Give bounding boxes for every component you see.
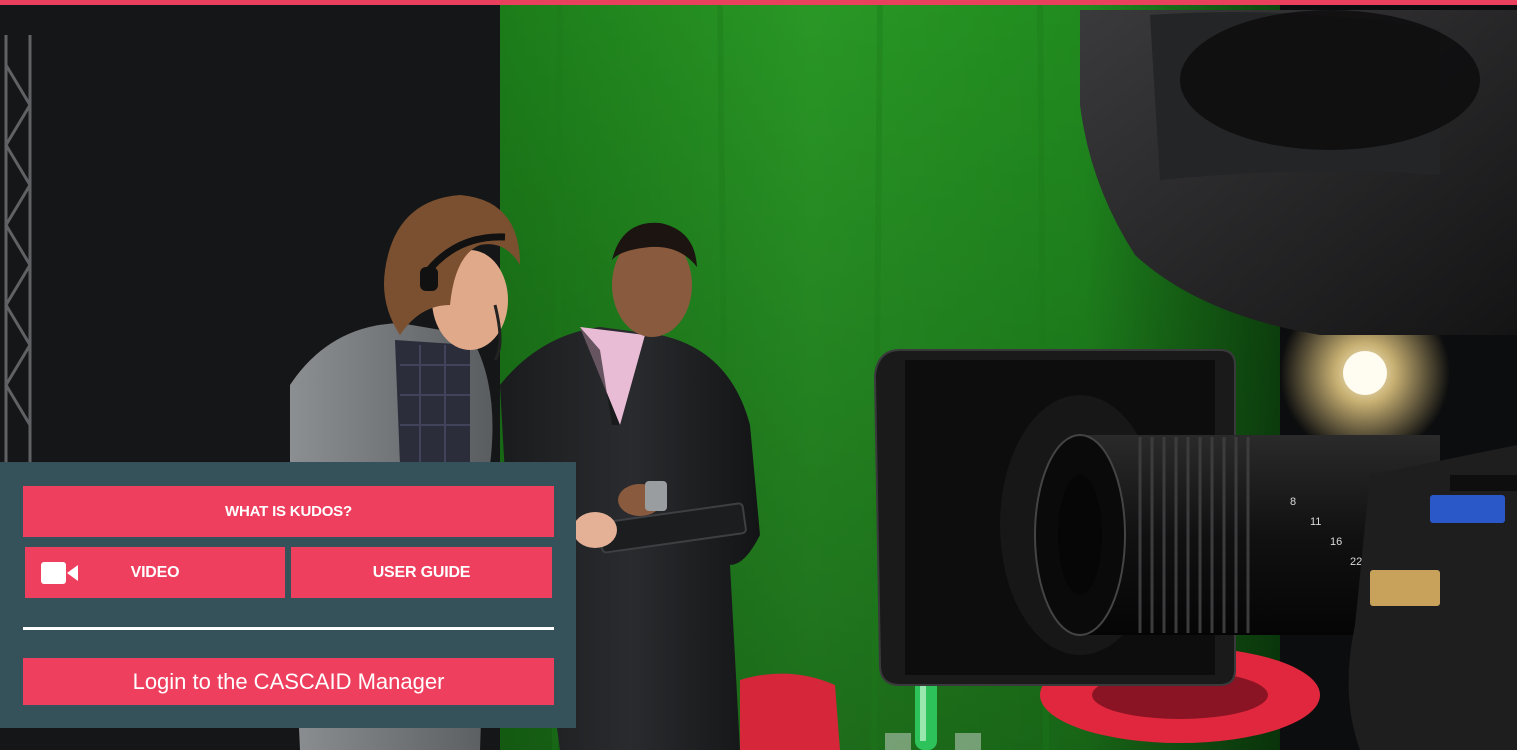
svg-text:16: 16 — [1330, 536, 1342, 548]
svg-text:22: 22 — [1350, 556, 1362, 568]
login-cascaid-manager-button[interactable]: Login to the CASCAID Manager — [23, 658, 554, 705]
top-accent-bar — [0, 0, 1517, 5]
video-camera-icon — [41, 561, 79, 585]
what-is-kudos-button[interactable]: WHAT IS KUDOS? — [23, 486, 554, 537]
svg-text:8: 8 — [1290, 496, 1296, 508]
video-button-label: VIDEO — [130, 563, 180, 581]
user-guide-button[interactable]: USER GUIDE — [291, 547, 552, 598]
action-panel: WHAT IS KUDOS? VIDEO USER GUIDE Login to… — [0, 462, 576, 728]
page: 8 11 16 22 WHAT IS KUDOS? VIDEO USER GUI… — [0, 0, 1517, 750]
divider — [23, 627, 554, 630]
svg-text:11: 11 — [1310, 516, 1321, 528]
video-button[interactable]: VIDEO — [25, 547, 285, 598]
